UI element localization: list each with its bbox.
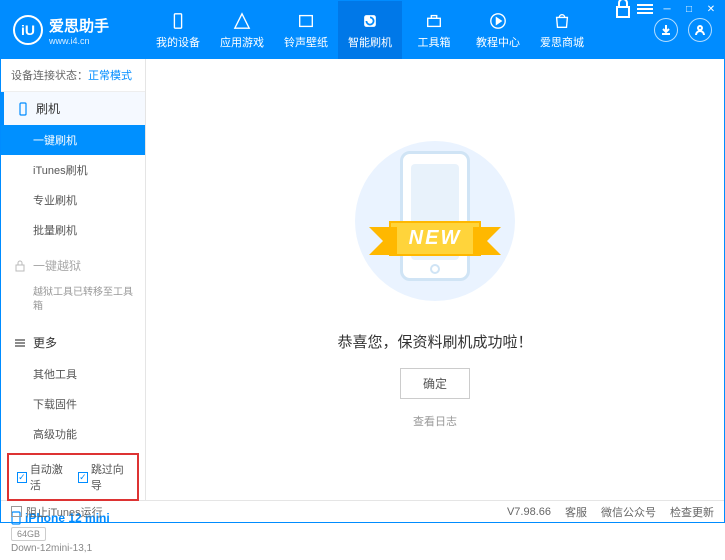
download-button[interactable] (654, 18, 678, 42)
apps-icon (232, 11, 252, 31)
device-capacity: 64GB (11, 527, 46, 541)
maximize-button[interactable]: □ (679, 1, 699, 17)
sidebar-item-pro-flash[interactable]: 专业刷机 (1, 185, 145, 215)
sidebar-section-jailbreak: 一键越狱 (1, 249, 145, 282)
nav-flash[interactable]: 智能刷机 (338, 1, 402, 59)
jailbreak-note: 越狱工具已转移至工具箱 (1, 282, 145, 322)
sidebar: 设备连接状态：正常模式 刷机 一键刷机 iTunes刷机 专业刷机 批量刷机 一… (1, 59, 146, 500)
ok-button[interactable]: 确定 (400, 368, 470, 399)
connection-status: 设备连接状态：正常模式 (1, 59, 145, 92)
main-content: NEW 恭喜您，保资料刷机成功啦！ 确定 查看日志 (146, 59, 724, 500)
more-icon (13, 336, 27, 350)
sidebar-item-itunes-flash[interactable]: iTunes刷机 (1, 155, 145, 185)
wallpaper-icon (296, 11, 316, 31)
sidebar-item-download-firmware[interactable]: 下载固件 (1, 389, 145, 419)
wechat-link[interactable]: 微信公众号 (601, 504, 656, 520)
checkbox-auto-activate[interactable]: ✓自动激活 (17, 461, 68, 493)
nav-apps[interactable]: 应用游戏 (210, 1, 274, 59)
view-log-link[interactable]: 查看日志 (413, 413, 457, 429)
phone-icon (16, 102, 30, 116)
nav-toolbox[interactable]: 工具箱 (402, 1, 466, 59)
support-link[interactable]: 客服 (565, 504, 587, 520)
lock-icon[interactable] (613, 1, 633, 17)
app-url: www.i4.cn (49, 36, 109, 46)
check-update-link[interactable]: 检查更新 (670, 504, 714, 520)
logo-icon: iU (13, 15, 43, 45)
lock-icon (13, 259, 27, 273)
success-illustration: NEW (345, 131, 525, 311)
app-title: 爱思助手 (49, 15, 109, 36)
version-label: V7.98.66 (507, 506, 551, 518)
tutorial-icon (488, 11, 508, 31)
store-icon (552, 11, 572, 31)
toolbox-icon (424, 11, 444, 31)
checkbox-block-itunes[interactable] (11, 506, 22, 517)
sidebar-section-flash[interactable]: 刷机 (1, 92, 145, 125)
nav-store[interactable]: 爱思商城 (530, 1, 594, 59)
success-message: 恭喜您，保资料刷机成功啦！ (337, 331, 532, 352)
sidebar-item-oneclick-flash[interactable]: 一键刷机 (1, 125, 145, 155)
sidebar-item-other-tools[interactable]: 其他工具 (1, 359, 145, 389)
device-firmware: Down-12mini-13,1 (11, 543, 135, 554)
sidebar-item-batch-flash[interactable]: 批量刷机 (1, 215, 145, 245)
new-ribbon: NEW (389, 221, 482, 256)
sidebar-item-advanced[interactable]: 高级功能 (1, 419, 145, 449)
close-button[interactable]: ✕ (701, 1, 721, 17)
nav-ringtones[interactable]: 铃声壁纸 (274, 1, 338, 59)
minimize-button[interactable]: ─ (657, 1, 677, 17)
options-highlight-box: ✓自动激活 ✓跳过向导 (7, 453, 139, 501)
nav-my-device[interactable]: 我的设备 (146, 1, 210, 59)
user-button[interactable] (688, 18, 712, 42)
nav-tutorials[interactable]: 教程中心 (466, 1, 530, 59)
menu-icon[interactable] (635, 1, 655, 17)
sidebar-section-more[interactable]: 更多 (1, 326, 145, 359)
checkbox-skip-guide[interactable]: ✓跳过向导 (78, 461, 129, 493)
logo: iU 爱思助手 www.i4.cn (1, 15, 146, 46)
device-icon (168, 11, 188, 31)
flash-icon (360, 11, 380, 31)
